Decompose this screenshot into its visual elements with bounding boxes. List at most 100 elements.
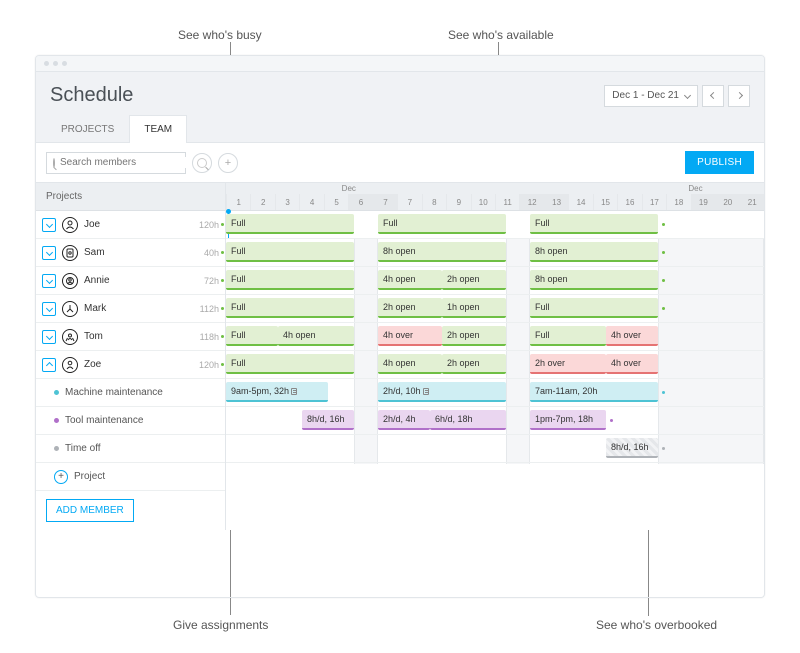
member-name: Sam	[84, 247, 198, 258]
schedule-bar[interactable]: 4h open	[378, 354, 442, 374]
expand-toggle[interactable]	[42, 246, 56, 260]
member-hours: 112h	[200, 304, 219, 314]
schedule-bar[interactable]: Full	[226, 326, 278, 346]
search-field[interactable]	[46, 152, 186, 174]
task-row: Time off	[36, 435, 225, 463]
add-project-button[interactable]: + Project	[36, 463, 225, 491]
edge-dot	[662, 447, 665, 450]
schedule-bar[interactable]: 8h open	[378, 242, 506, 262]
month-label: Dec	[304, 184, 418, 193]
day-header: 15	[593, 194, 617, 210]
expand-toggle[interactable]	[42, 274, 56, 288]
expand-toggle[interactable]	[42, 302, 56, 316]
member-hours: 120h	[199, 220, 219, 230]
day-header: 16	[617, 194, 641, 210]
schedule-bar[interactable]: Full	[530, 326, 606, 346]
app-window: Schedule Dec 1 - Dec 21 PROJECTS TEAM +	[35, 55, 765, 598]
expand-toggle[interactable]	[42, 358, 56, 372]
schedule-bar[interactable]: 2h over	[530, 354, 606, 374]
tab-team[interactable]: TEAM	[129, 115, 187, 143]
schedule-bar[interactable]: 2h open	[442, 326, 506, 346]
schedule-bar[interactable]: Full	[226, 298, 354, 318]
member-row: Mark 112h	[36, 295, 225, 323]
member-name: Joe	[84, 219, 193, 230]
schedule-bar[interactable]: 4h over	[606, 354, 658, 374]
day-header: 11	[495, 194, 519, 210]
schedule-bar[interactable]: 1h open	[442, 298, 506, 318]
date-next-button[interactable]	[728, 85, 750, 107]
day-header: 9	[446, 194, 470, 210]
add-member-button[interactable]: ADD MEMBER	[46, 499, 134, 522]
task-bar[interactable]: 7am-11am, 20h	[530, 382, 658, 402]
task-row: Machine maintenance	[36, 379, 225, 407]
schedule-bar[interactable]: 8h open	[530, 270, 658, 290]
day-header: 13	[544, 194, 568, 210]
day-header: 14	[568, 194, 592, 210]
day-header: 18	[666, 194, 690, 210]
member-hours: 72h	[204, 276, 219, 286]
bullet-icon	[54, 390, 59, 395]
add-project-label: Project	[74, 471, 105, 482]
filter-button[interactable]	[192, 153, 212, 173]
day-header: 10	[471, 194, 495, 210]
timeline-header: Dec Dec 12345677891011121314151617181920…	[226, 183, 764, 211]
timeline-row: Full 2h open 1h open Full	[226, 295, 764, 323]
member-hours: 118h	[200, 332, 219, 342]
add-button[interactable]: +	[218, 153, 238, 173]
schedule-bar[interactable]: Full	[530, 298, 658, 318]
schedule-bar[interactable]: 4h open	[278, 326, 354, 346]
day-header: 6	[348, 194, 372, 210]
timeline-row	[226, 463, 764, 491]
expand-toggle[interactable]	[42, 218, 56, 232]
schedule-bar[interactable]: Full	[226, 242, 354, 262]
header: Schedule Dec 1 - Dec 21	[36, 72, 764, 115]
page-title: Schedule	[50, 84, 133, 107]
schedule-bar[interactable]: 2h open	[442, 270, 506, 290]
day-header: 7	[373, 194, 397, 210]
schedule-bar[interactable]: 8h open	[530, 242, 658, 262]
toolbar: + PUBLISH	[36, 143, 764, 183]
task-bar[interactable]: 2h/d, 10h	[378, 382, 506, 402]
edge-dot	[610, 419, 613, 422]
schedule-bar[interactable]: Full	[226, 214, 354, 234]
publish-button[interactable]: PUBLISH	[685, 151, 754, 174]
schedule-bar[interactable]: 2h open	[378, 298, 442, 318]
task-bar[interactable]: 9am-5pm, 32h	[226, 382, 328, 402]
schedule-bar[interactable]: 4h open	[378, 270, 442, 290]
edge-dot	[221, 251, 224, 254]
task-bar[interactable]: 8h/d, 16h	[302, 410, 354, 430]
task-row: Tool maintenance	[36, 407, 225, 435]
schedule-bar[interactable]: 4h over	[606, 326, 658, 346]
day-header: 1	[226, 194, 250, 210]
schedule-bar[interactable]: 4h over	[378, 326, 442, 346]
callout-busy: See who's busy	[178, 28, 262, 42]
note-icon	[423, 388, 429, 395]
edge-dot	[662, 279, 665, 282]
date-range-label: Dec 1 - Dec 21	[612, 90, 679, 101]
date-prev-button[interactable]	[702, 85, 724, 107]
schedule-bar[interactable]: Full	[530, 214, 658, 234]
day-header: 4	[299, 194, 323, 210]
date-range-dropdown[interactable]: Dec 1 - Dec 21	[604, 85, 698, 107]
timeline-row: 9am-5pm, 32h 2h/d, 10h 7am-11am, 20h	[226, 379, 764, 407]
schedule-bar[interactable]: Full	[226, 270, 354, 290]
schedule-bar[interactable]: 2h open	[442, 354, 506, 374]
task-bar[interactable]: 1pm-7pm, 18h	[530, 410, 606, 430]
avatar	[62, 357, 78, 373]
edge-dot	[221, 223, 224, 226]
plus-circle-icon: +	[54, 470, 68, 484]
timeline-row: Full 4h open 2h open 2h over 4h over	[226, 351, 764, 379]
task-bar[interactable]: 6h/d, 18h	[430, 410, 506, 430]
task-bar[interactable]: 2h/d, 4h	[378, 410, 430, 430]
task-bar[interactable]: 8h/d, 16h	[606, 438, 658, 458]
bullet-icon	[54, 446, 59, 451]
schedule-bar[interactable]: Full	[226, 354, 354, 374]
day-header: 21	[740, 194, 764, 210]
tab-projects[interactable]: PROJECTS	[46, 115, 129, 143]
member-hours: 40h	[204, 248, 219, 258]
expand-toggle[interactable]	[42, 330, 56, 344]
schedule-bar[interactable]: Full	[378, 214, 506, 234]
callout-overbooked: See who's overbooked	[596, 618, 717, 632]
day-header: 17	[642, 194, 666, 210]
search-input[interactable]	[60, 157, 192, 168]
